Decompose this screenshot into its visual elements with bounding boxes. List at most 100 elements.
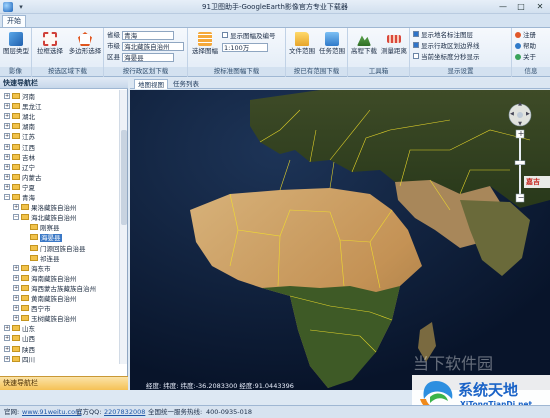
tree-node[interactable]: + 陕西	[4, 345, 35, 355]
expand-icon[interactable]: +	[4, 183, 10, 190]
maximize-button[interactable]: □	[512, 1, 530, 12]
show-sheet-checkbox[interactable]	[222, 32, 228, 38]
expand-icon[interactable]: +	[4, 355, 10, 362]
show-admin-checkbox[interactable]	[413, 42, 419, 48]
tree-node[interactable]: + 湖北	[4, 112, 35, 122]
minimize-button[interactable]: —	[494, 1, 512, 12]
tree-node[interactable]: + 山西	[4, 334, 35, 344]
tree-node[interactable]: + 河南	[4, 92, 35, 102]
qq-link[interactable]: 2207832008	[104, 406, 145, 418]
tree-node[interactable]: + 黄南藏族自治州	[13, 294, 77, 304]
province-select[interactable]: 青海	[122, 31, 175, 40]
tree-node[interactable]: + 江西	[4, 143, 35, 153]
pan-up-icon[interactable]: ▲	[518, 102, 522, 107]
tree-node-label: 四川	[22, 355, 35, 364]
tree-node[interactable]: + 西宁市	[13, 304, 51, 314]
city-select[interactable]: 海北藏族自治州	[122, 42, 185, 51]
close-button[interactable]: ✕	[531, 1, 549, 12]
expand-icon[interactable]: +	[4, 93, 10, 99]
tree-node[interactable]: − 海北藏族自治州	[13, 213, 77, 223]
tree-node[interactable]: 海晏县	[22, 233, 62, 243]
expand-icon[interactable]: +	[13, 204, 19, 211]
tree-node[interactable]: + 宁夏	[4, 183, 35, 193]
region-tree[interactable]: + 河南 + 黑龙江 + 湖北 + 湖南 + 江苏 + 江西 + 吉林 + 辽宁 + 内蒙古 + 宁夏 − 青海 + 果洛藏族…	[0, 90, 119, 364]
tree-node[interactable]: 门源回族自治县	[22, 244, 86, 254]
expand-icon[interactable]: +	[4, 163, 10, 170]
tree-node[interactable]: + 四川	[4, 355, 35, 364]
tree-node[interactable]: + 海南藏族自治州	[13, 274, 77, 284]
tree-node[interactable]: + 海西蒙古族藏族自治州	[13, 284, 96, 294]
show-place-row[interactable]: 显示地名标注图层	[413, 31, 473, 40]
register-button[interactable]: 注册	[515, 31, 536, 40]
tab-home[interactable]: 开始	[2, 15, 26, 27]
folder-icon	[21, 284, 29, 291]
pan-down-icon[interactable]: ▼	[518, 122, 522, 127]
tree-node[interactable]: + 山东	[4, 324, 35, 334]
tree-node[interactable]: + 海东市	[13, 264, 51, 274]
expand-icon[interactable]: +	[4, 123, 10, 130]
quick-nav-footer-tab[interactable]: 快速导航栏	[0, 376, 128, 390]
expand-icon[interactable]: +	[4, 143, 10, 150]
zoom-out-button[interactable]: −	[517, 193, 525, 202]
show-admin-row[interactable]: 显示行政区划边界线	[413, 42, 480, 51]
elevation-download-button[interactable]: 高程下载	[349, 32, 379, 55]
expand-icon[interactable]: +	[13, 264, 19, 271]
about-label: 关于	[523, 53, 536, 61]
expand-icon[interactable]: +	[4, 103, 10, 110]
tree-node[interactable]: 刚察县	[22, 223, 60, 233]
district-select[interactable]: 海晏县	[122, 53, 175, 62]
expand-icon[interactable]: +	[4, 113, 10, 120]
website-link[interactable]: www.91weitu.com	[22, 406, 81, 418]
task-range-button[interactable]: 任务范围	[317, 32, 347, 55]
tree-node[interactable]: + 黑龙江	[4, 102, 42, 112]
expand-icon[interactable]: +	[4, 173, 10, 180]
tab-map-view[interactable]: 地图视图	[134, 79, 168, 89]
tree-node[interactable]: + 吉林	[4, 153, 35, 163]
expand-icon[interactable]: +	[13, 295, 19, 301]
scale-select[interactable]: 1:100万	[222, 43, 268, 52]
map-canvas[interactable]	[130, 90, 550, 390]
layer-type-button[interactable]: 图层类型	[1, 32, 31, 55]
pan-right-icon[interactable]: ▶	[526, 112, 530, 117]
layers-icon	[9, 32, 23, 46]
zoom-in-button[interactable]: +	[517, 129, 525, 138]
help-button[interactable]: 帮助	[515, 42, 536, 51]
polygon-select-button[interactable]: 多边形选择	[68, 32, 102, 55]
tree-node[interactable]: + 江苏	[4, 132, 35, 142]
folder-icon	[12, 153, 20, 160]
tree-node[interactable]: + 内蒙古	[4, 173, 42, 183]
tab-task-list[interactable]: 任务列表	[170, 79, 202, 89]
tree-scrollbar-thumb[interactable]	[121, 130, 127, 225]
show-place-checkbox[interactable]	[413, 31, 419, 37]
group-image-label: 影像	[0, 67, 31, 76]
expand-icon[interactable]: +	[13, 315, 19, 322]
measure-distance-button[interactable]: 测量距离	[379, 32, 409, 55]
select-sheet-button[interactable]: 选择图幅	[190, 32, 220, 55]
collapse-icon[interactable]: −	[13, 214, 19, 221]
expand-icon[interactable]: +	[4, 335, 10, 342]
tree-node[interactable]: + 辽宁	[4, 163, 35, 173]
tree-node[interactable]: + 玉树藏族自治州	[13, 314, 77, 324]
expand-icon[interactable]: +	[13, 274, 19, 281]
expand-icon[interactable]: +	[4, 133, 10, 140]
tree-node[interactable]: − 青海	[4, 193, 35, 203]
expand-icon[interactable]: +	[4, 153, 10, 160]
pan-left-icon[interactable]: ◀	[510, 112, 514, 117]
coord-dms-row[interactable]: 当前坐标度分秒显示	[413, 53, 480, 62]
tree-node[interactable]: + 果洛藏族自治州	[13, 203, 77, 213]
tree-node[interactable]: + 湖南	[4, 122, 35, 132]
collapse-icon[interactable]: −	[4, 194, 10, 200]
about-button[interactable]: 关于	[515, 53, 536, 62]
rect-select-button[interactable]: 拉框选择	[34, 32, 66, 55]
file-range-button[interactable]: 文件范围	[287, 32, 317, 55]
coord-dms-checkbox[interactable]	[413, 53, 419, 59]
expand-icon[interactable]: +	[13, 305, 19, 312]
zoom-slider-thumb[interactable]	[514, 160, 526, 165]
expand-icon[interactable]: +	[13, 284, 19, 291]
tree-scrollbar[interactable]	[119, 90, 127, 364]
satellite-map[interactable]: ▲ ▼ ◀ ▶ + − 嘉吉 经度: 纬度: 纬度:-36.2083300 经度…	[130, 90, 550, 390]
tree-node[interactable]: 祁连县	[22, 254, 60, 264]
expand-icon[interactable]: +	[4, 345, 10, 352]
expand-icon[interactable]: +	[4, 325, 10, 332]
show-sheet-row[interactable]: 显示图幅及编号	[222, 32, 276, 41]
